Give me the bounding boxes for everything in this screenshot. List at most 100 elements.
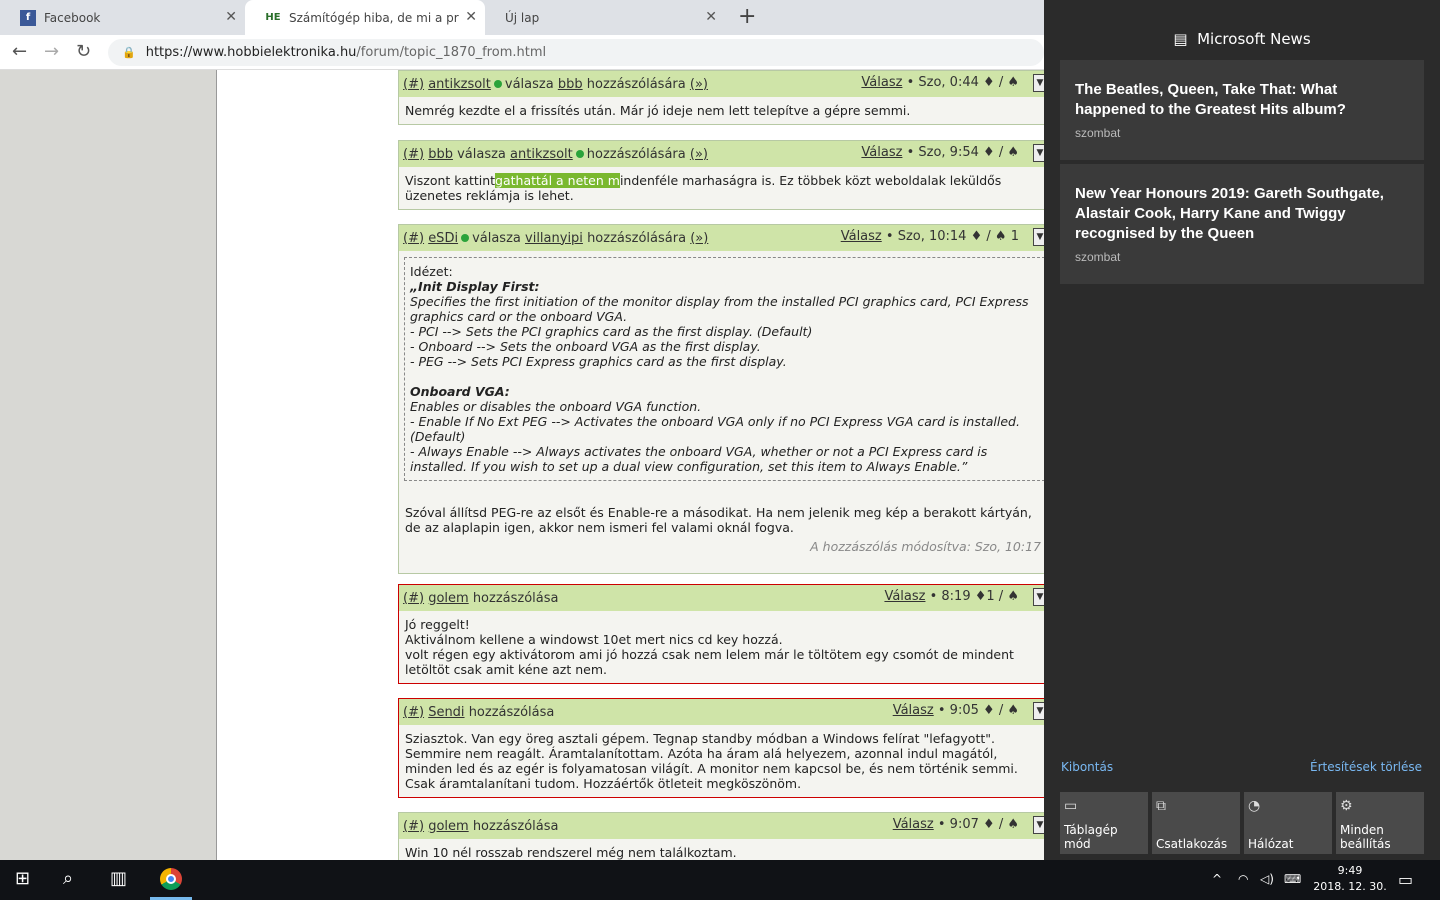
like-icon[interactable]: ♠: [1007, 589, 1019, 604]
dislike-icon[interactable]: ♦: [983, 817, 995, 832]
news-time: szombat: [1075, 250, 1121, 264]
vote-count: 1 /: [986, 589, 1004, 604]
close-icon[interactable]: ✕: [225, 9, 237, 25]
post-text: hozzászólására: [586, 76, 686, 92]
more-link[interactable]: (»): [690, 231, 708, 246]
chevron-down-icon[interactable]: ▼: [1033, 702, 1044, 720]
back-button[interactable]: ←: [12, 41, 27, 62]
author-link[interactable]: eSDi: [428, 231, 458, 246]
clock[interactable]: 9:49 2018. 12. 30.: [1312, 863, 1388, 895]
post-link[interactable]: (#): [403, 591, 424, 606]
search-icon[interactable]: ⌕: [63, 868, 73, 889]
post-meta: Válasz • Szo, 9:54 ♦ / ♠: [861, 145, 1019, 160]
page-background: [0, 70, 217, 860]
quote-line: - PCI --> Sets the PCI graphics card as …: [410, 324, 813, 339]
forum-post: (#) golem hozzászólása Válasz • 9:07 ♦ /…: [398, 812, 1044, 860]
chevron-down-icon[interactable]: ▼: [1033, 588, 1044, 606]
reply-link[interactable]: Válasz: [884, 589, 925, 604]
tab-new[interactable]: Új lap ✕: [485, 0, 725, 35]
new-tab-button[interactable]: +: [738, 4, 756, 29]
like-icon[interactable]: ♠: [995, 229, 1007, 244]
dislike-icon[interactable]: ♦: [975, 589, 987, 604]
dislike-icon[interactable]: ♦: [983, 145, 995, 160]
notification-icon[interactable]: ▭: [1398, 870, 1413, 889]
post-link[interactable]: (#): [403, 705, 424, 720]
connect-icon: ⧉: [1156, 798, 1166, 814]
like-icon[interactable]: ♠: [1007, 817, 1019, 832]
post-time: • 9:05: [937, 703, 979, 718]
edit-note: A hozzászólás módosítva: Szo, 10:17: [810, 539, 1041, 554]
target-link[interactable]: bbb: [558, 77, 583, 92]
dislike-icon[interactable]: ♦: [983, 703, 995, 718]
close-icon[interactable]: ✕: [465, 9, 477, 25]
author-link[interactable]: Sendi: [428, 705, 464, 720]
keyboard-icon[interactable]: ⌨: [1284, 872, 1301, 886]
reply-link[interactable]: Válasz: [861, 145, 902, 160]
more-link[interactable]: (»): [690, 147, 708, 162]
post-line: Aktiválnom kellene a windowst 10et mert …: [405, 632, 783, 647]
post-time: • Szo, 10:14: [885, 229, 967, 244]
post-link[interactable]: (#): [403, 147, 424, 162]
post-link[interactable]: (#): [403, 231, 424, 246]
quick-action-settings[interactable]: ⚙ Minden beállítás: [1336, 792, 1424, 854]
post-header: (#) bbb válasza antikzsolt hozzászólásár…: [399, 141, 1044, 167]
chrome-icon[interactable]: [160, 868, 182, 890]
tab-hobbielektronika[interactable]: HE Számítógép hiba, de mi a problé ✕: [245, 0, 485, 35]
quick-action-network[interactable]: ◔ Hálózat: [1244, 792, 1332, 854]
settings-icon: ⚙: [1340, 798, 1353, 814]
news-card[interactable]: New Year Honours 2019: Gareth Southgate,…: [1060, 164, 1424, 284]
quote-line: - PEG --> Sets PCI Express graphics card…: [410, 354, 787, 369]
quote-line: - Onboard --> Sets the onboard VGA as th…: [410, 339, 761, 354]
chevron-down-icon[interactable]: ▼: [1033, 228, 1044, 246]
chevron-up-icon[interactable]: ^: [1212, 872, 1222, 886]
post-link[interactable]: (#): [403, 819, 424, 834]
author-link[interactable]: antikzsolt: [428, 77, 491, 92]
like-icon[interactable]: ♠: [1007, 703, 1019, 718]
author-link[interactable]: bbb: [428, 147, 453, 162]
dislike-icon[interactable]: ♦: [983, 75, 995, 90]
quote-line: - Enable If No Ext PEG --> Activates the…: [410, 414, 1020, 444]
reply-link[interactable]: Válasz: [861, 75, 902, 90]
target-link[interactable]: antikzsolt: [510, 147, 573, 162]
wifi-icon[interactable]: ◠: [1238, 872, 1248, 886]
post-link[interactable]: (#): [403, 77, 424, 92]
like-icon[interactable]: ♠: [1007, 75, 1019, 90]
post-body: Viszont kattintgathattál a neten mindenf…: [399, 167, 1044, 209]
close-icon[interactable]: ✕: [705, 9, 717, 25]
quick-action-tablet-mode[interactable]: ▭ Táblagép mód: [1060, 792, 1148, 854]
quick-action-connect[interactable]: ⧉ Csatlakozás: [1152, 792, 1240, 854]
forward-button[interactable]: →: [44, 41, 59, 62]
chevron-down-icon[interactable]: ▼: [1033, 144, 1044, 162]
windows-start-icon[interactable]: ⊞: [15, 868, 30, 889]
clear-notifications-link[interactable]: Értesítések törlése: [1310, 760, 1422, 774]
tab-facebook[interactable]: f Facebook ✕: [0, 0, 245, 35]
post-text: válasza: [457, 146, 506, 162]
vote-count: /: [998, 75, 1004, 90]
toolbar: ← → ↻ 🔒 https://www.hobbielektronika.hu /…: [0, 35, 1044, 70]
tab-strip: f Facebook ✕ HE Számítógép hiba, de mi a…: [0, 0, 1044, 35]
reload-button[interactable]: ↻: [76, 41, 91, 62]
selected-text: gathattál a neten m: [495, 173, 620, 188]
author-link[interactable]: golem: [428, 591, 468, 606]
more-link[interactable]: (»): [690, 77, 708, 92]
post-body: Jó reggelt! Aktiválnom kellene a windows…: [399, 611, 1044, 683]
quote-heading: „Init Display First:: [410, 279, 540, 294]
like-icon[interactable]: ♠: [1007, 145, 1019, 160]
expand-link[interactable]: Kibontás: [1061, 760, 1113, 774]
dislike-icon[interactable]: ♦: [971, 229, 983, 244]
volume-icon[interactable]: ◁): [1260, 872, 1274, 886]
chevron-down-icon[interactable]: ▼: [1033, 74, 1044, 92]
task-view-icon[interactable]: ▥: [110, 868, 127, 889]
post-text: hozzászólása: [472, 590, 559, 606]
chevron-down-icon[interactable]: ▼: [1033, 816, 1044, 834]
reply-link[interactable]: Válasz: [893, 817, 934, 832]
reply-link[interactable]: Válasz: [841, 229, 882, 244]
author-link[interactable]: golem: [428, 819, 468, 834]
address-bar[interactable]: 🔒 https://www.hobbielektronika.hu/forum/…: [108, 39, 1044, 66]
quote-label: Idézet:: [410, 264, 453, 279]
vote-count: /: [998, 145, 1004, 160]
news-card[interactable]: The Beatles, Queen, Take That: What happ…: [1060, 60, 1424, 160]
reply-link[interactable]: Válasz: [893, 703, 934, 718]
target-link[interactable]: villanyipi: [525, 231, 583, 246]
post-body: Sziasztok. Van egy öreg asztali gépem. T…: [405, 731, 1018, 791]
